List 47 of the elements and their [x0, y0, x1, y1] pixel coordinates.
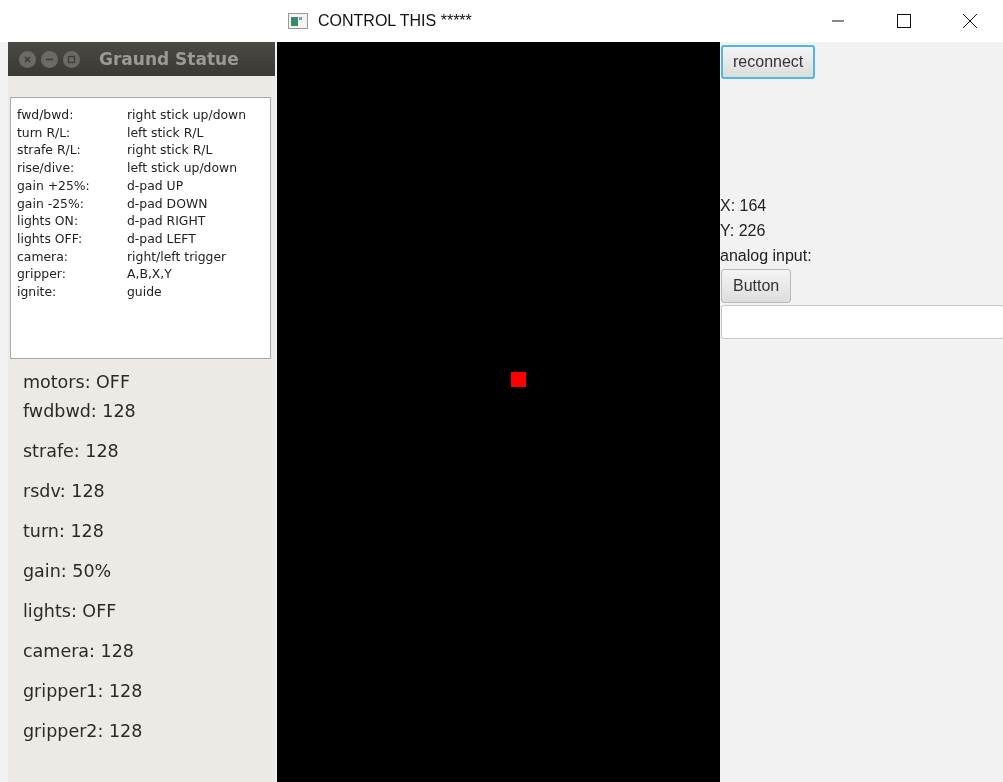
control-label: right stick up/down [127, 106, 247, 124]
maximize-button[interactable] [63, 50, 80, 68]
app-icon [288, 13, 308, 29]
action-label: camera: [17, 247, 69, 266]
y-reading: Y: 226 [720, 221, 766, 241]
window-title: Graund Statue [99, 49, 239, 69]
action-label: rise/dive: [17, 159, 76, 177]
control-label: d-pad LEFT [127, 229, 196, 248]
status-label: strafe: 128 [23, 440, 120, 462]
control-label: right/left trigger [127, 247, 227, 266]
action-label: fwd/bwd: [17, 106, 75, 124]
analog-input-label: analog input: [720, 246, 812, 266]
status-label: gripper1: 128 [23, 680, 144, 702]
status-label: lights: OFF [23, 600, 118, 622]
status-label: turn: 128 [23, 520, 105, 542]
control-label: left stick up/down [127, 159, 237, 177]
reconnect-button[interactable]: reconnect [721, 45, 816, 79]
status-label: rsdv: 128 [23, 480, 106, 502]
cursor-marker [511, 372, 526, 387]
action-label: gripper: [17, 265, 67, 284]
action-label: strafe R/L: [17, 141, 82, 160]
status-label: gain: 50% [23, 560, 113, 582]
control-label: right stick R/L [127, 141, 213, 160]
control-label: guide [127, 283, 162, 301]
action-button[interactable]: Button [721, 269, 792, 303]
x-reading: X: 164 [720, 196, 767, 216]
window-title: CONTROL THIS ***** [318, 12, 472, 30]
control-label: d-pad RIGHT [127, 212, 206, 230]
control-label: left stick R/L [127, 123, 204, 142]
control-label: A,B,X,Y [127, 265, 172, 284]
action-label: gain +25%: [17, 176, 91, 195]
minimize-button[interactable] [41, 50, 58, 68]
maximize-icon [897, 14, 911, 28]
control-label: d-pad DOWN [127, 194, 208, 213]
action-label: lights OFF: [17, 229, 84, 248]
action-label: gain -25%: [17, 194, 85, 213]
action-label: ignite: [17, 283, 58, 301]
close-icon [963, 14, 977, 28]
status-label: gripper2: 128 [23, 720, 144, 742]
control-label: d-pad UP [127, 176, 184, 195]
action-label: turn R/L: [17, 123, 72, 142]
action-label: lights ON: [17, 212, 80, 230]
status-label: motors: OFF [23, 371, 131, 393]
status-label: camera: 128 [23, 640, 135, 662]
close-button[interactable] [19, 50, 36, 68]
input-field[interactable] [721, 305, 1003, 339]
status-label: fwdbwd: 128 [23, 400, 137, 422]
